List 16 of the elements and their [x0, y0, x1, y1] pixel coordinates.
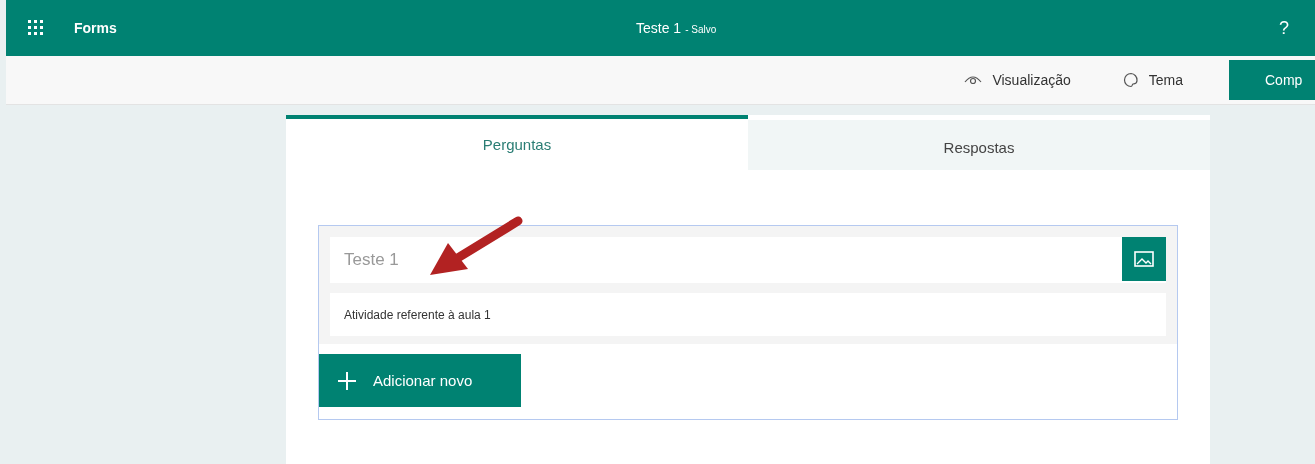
share-button[interactable]: Comp — [1229, 60, 1315, 100]
app-name[interactable]: Forms — [74, 20, 117, 36]
form-title: Teste 1 — [636, 20, 682, 36]
preview-button[interactable]: Visualização — [958, 71, 1077, 89]
add-new-button[interactable]: Adicionar novo — [319, 354, 521, 407]
tab[interactable]: Respostas — [748, 120, 1210, 170]
help-button[interactable]: ? — [1273, 16, 1295, 40]
image-icon — [1134, 251, 1154, 267]
insert-image-button[interactable] — [1122, 237, 1166, 281]
description-field[interactable]: Atividade referente à aula 1 — [330, 293, 1166, 336]
palette-icon — [1122, 72, 1139, 88]
theme-button[interactable]: Tema — [1116, 71, 1189, 89]
plus-icon — [337, 370, 357, 391]
save-status: - Salvo — [685, 24, 717, 35]
eye-icon — [964, 74, 983, 86]
app-launcher-icon[interactable] — [28, 20, 44, 36]
